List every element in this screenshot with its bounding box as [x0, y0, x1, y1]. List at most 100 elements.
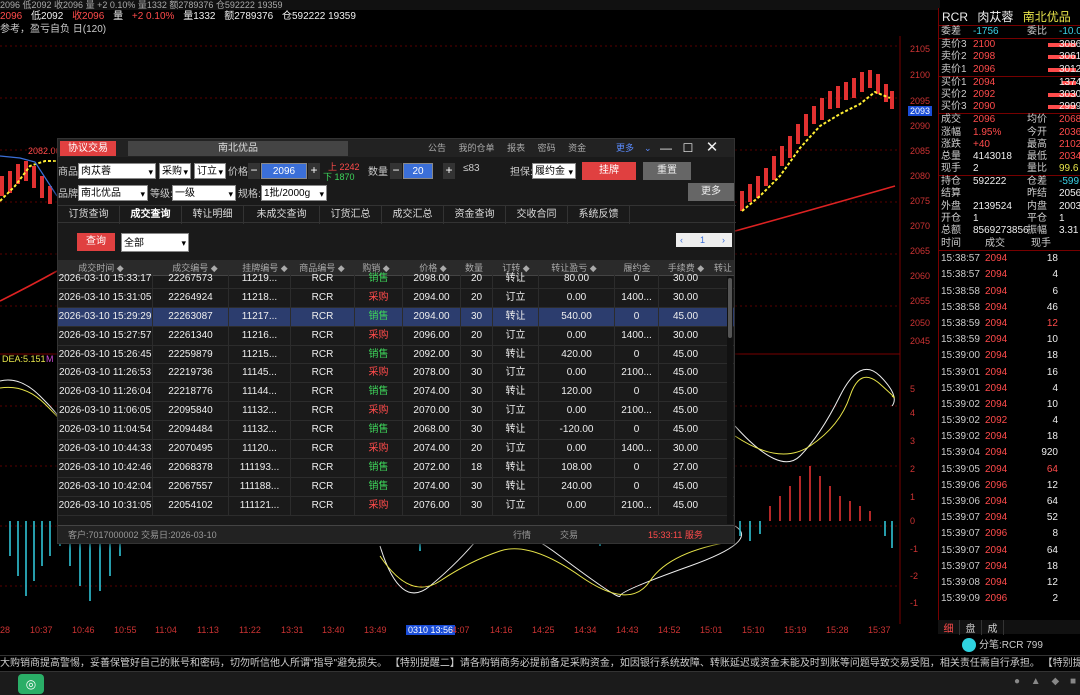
trades-list[interactable]: 15:38:57 2094 18 15:38:57 2094 4 15:38:58 2094 6… [939, 251, 1080, 607]
scroll-thumb[interactable] [728, 278, 732, 338]
price-minus-button[interactable]: − [248, 163, 260, 179]
filter-select[interactable]: 全部 [121, 233, 189, 253]
cell-price: 2094.00 [402, 307, 460, 327]
tab-delivery-contract[interactable]: 交收合同 [506, 206, 568, 224]
pager-next-button[interactable]: › [722, 233, 725, 247]
tab-order-summary[interactable]: 订货汇总 [320, 206, 382, 224]
menu-notice[interactable]: 公告 [428, 143, 446, 153]
trade-price: 2094 [985, 334, 1008, 346]
tray-chat-icon[interactable]: ● [1014, 676, 1020, 687]
bid-row[interactable]: 买价3 2090 2999 [939, 101, 1080, 113]
axis-tick: 2080 [910, 171, 931, 181]
tray-network-icon[interactable]: ▲ [1031, 676, 1041, 687]
tab-feedback[interactable]: 系统反馈 [568, 206, 630, 224]
stat-label: 结算 [941, 188, 961, 200]
table-row[interactable]: 2026-03-10 10:44:33 22070495 11120... RCR 采购… [58, 440, 734, 459]
table-row[interactable]: 2026-03-10 15:27:57 22261340 11216... RCR 采购… [58, 326, 734, 346]
cell-side: 采购 [354, 364, 402, 384]
close-icon[interactable]: ✕ [704, 140, 720, 156]
grade-select[interactable]: 一级 [172, 185, 236, 202]
qty-minus-button[interactable]: − [390, 163, 402, 179]
cell-id: 22264924 [152, 288, 228, 308]
query-button[interactable]: 查询 [77, 233, 115, 251]
trade-price: 2092 [985, 415, 1008, 427]
dialog-titlebar[interactable]: 协议交易 南北优品 公告 我的仓单 报表 密码 资金 更多 ⌄ — ☐ ✕ [58, 139, 734, 157]
tab-detail[interactable]: 细 [938, 620, 960, 635]
bid-row[interactable]: 买价2 2092 3030 [939, 89, 1080, 101]
table-row[interactable]: 2026-03-10 11:26:04 22218776 11144... RCR 销售… [58, 383, 734, 403]
trade-time: 15:39:05 [941, 463, 980, 475]
menu-more[interactable]: 更多 ⌄ [616, 141, 662, 154]
table-row[interactable]: 2026-03-10 11:04:54 22094484 11132... RCR 销售… [58, 421, 734, 441]
cell-qty: 30 [460, 421, 492, 441]
trade-time: 15:38:58 [941, 285, 980, 297]
stat-value: 1 [973, 212, 979, 224]
price-input[interactable]: 2096 [261, 163, 307, 179]
current-price-tag: 2093 [908, 106, 933, 116]
fenbi-indicator[interactable]: 分笔:RCR 799 [962, 638, 1080, 654]
tab-book[interactable]: 盘 [960, 620, 982, 635]
reset-button[interactable]: 重置 [643, 162, 691, 180]
table-scrollbar[interactable] [727, 276, 733, 524]
submit-listing-button[interactable]: 挂牌 [582, 162, 636, 180]
ask-row[interactable]: 卖价1 2096 3012 [939, 64, 1080, 76]
cell-time: 2026-03-10 11:26:04 [58, 386, 152, 398]
tab-brand[interactable]: 南北优品 [128, 141, 348, 156]
menu-funds[interactable]: 资金 [568, 143, 586, 153]
qty-input[interactable]: 20 [403, 163, 433, 179]
brand-select[interactable]: 南北优品 [78, 185, 148, 202]
pager-page[interactable]: 1 [700, 233, 705, 247]
trade-time: 15:39:08 [941, 576, 980, 588]
ask-label: 卖价1 [941, 63, 967, 75]
menu-password[interactable]: 密码 [538, 143, 556, 153]
table-row[interactable]: 2026-03-10 15:26:45 22259879 11215... RCR 销售… [58, 345, 734, 365]
info-change: +2 0.10% [131, 11, 175, 22]
product-value: 肉苁蓉 [81, 166, 111, 177]
more-button[interactable]: 更多 [688, 183, 734, 201]
tab-deal-summary[interactable]: 成交汇总 [382, 206, 444, 224]
product-select[interactable]: 肉苁蓉 [78, 163, 156, 180]
maximize-icon[interactable]: ☐ [680, 140, 696, 156]
ask-row[interactable]: 卖价2 2098 3061 [939, 51, 1080, 63]
quote-info-line: 2096 低2092 收2096 量 +2 0.10% 量1332 额27893… [0, 10, 940, 24]
table-row[interactable]: 2026-03-10 15:31:05 22264924 11218... RCR 采购… [58, 288, 734, 308]
tab-funds-query[interactable]: 资金查询 [444, 206, 506, 224]
table-row[interactable]: 2026-03-10 10:42:46 22068378 111193... RCR 销… [58, 458, 734, 478]
footer-customer: 客户:7017000002 交易日:2026-03-10 [68, 530, 217, 540]
table-row[interactable]: 2026-03-10 10:31:05 22054102 111121... RCR 采… [58, 496, 734, 516]
menu-warehouse[interactable]: 我的仓单 [459, 143, 495, 153]
menu-report[interactable]: 报表 [507, 143, 525, 153]
time-tick: 15:19 [784, 625, 807, 635]
ask-row[interactable]: 卖价3 2100 3086 [939, 39, 1080, 51]
table-row[interactable]: 2026-03-10 15:29:29 22263087 11217... RCR 销售… [58, 307, 734, 327]
table-row[interactable]: 2026-03-10 15:33:17 22267573 11219... RCR 销售… [58, 270, 734, 289]
cell-side: 销售 [354, 458, 402, 478]
cell-list: 11216... [228, 326, 290, 346]
table-row[interactable]: 2026-03-10 10:42:04 22067557 111188... RCR 销… [58, 477, 734, 497]
minimize-icon[interactable]: — [658, 140, 674, 156]
tab-deal-query[interactable]: 成交查询 [120, 206, 182, 224]
wechat-icon[interactable]: ◎ [18, 674, 44, 694]
pager-prev-button[interactable]: ‹ [680, 233, 683, 247]
tray-volume-icon[interactable]: ◆ [1051, 676, 1059, 687]
table-row[interactable]: 2026-03-10 11:26:53 22219736 11145... RCR 采购… [58, 364, 734, 384]
spec-select[interactable]: 1批/2000g [261, 185, 327, 202]
tab-order-query[interactable]: 订货查询 [58, 206, 120, 224]
price-plus-button[interactable]: + [308, 163, 320, 179]
bid-row[interactable]: 买价1 2094 1374 [939, 77, 1080, 89]
cell-id: 22219736 [152, 364, 228, 384]
type-select[interactable]: 订立 [194, 163, 226, 180]
tab-trades[interactable]: 成 [982, 620, 1004, 635]
tray-app-icon[interactable]: ■ [1070, 676, 1076, 687]
tab-transfer-detail[interactable]: 转让明细 [182, 206, 244, 224]
qty-plus-button[interactable]: + [443, 163, 455, 179]
info-amount: 额2789376 [224, 11, 274, 22]
trade-row: 15:38:58 2094 46 [939, 300, 1080, 316]
direction-select[interactable]: 采购 [159, 163, 191, 180]
tab-protocol-trade[interactable]: 协议交易 [60, 141, 116, 156]
tab-pending-query[interactable]: 未成交查询 [244, 206, 320, 224]
table-row[interactable]: 2026-03-10 11:06:05 22095840 11132... RCR 采购… [58, 402, 734, 422]
axis-tick: 2085 [910, 146, 931, 156]
trade-time: 15:38:58 [941, 301, 980, 313]
guarantee-select[interactable]: 履约金 [532, 163, 576, 180]
